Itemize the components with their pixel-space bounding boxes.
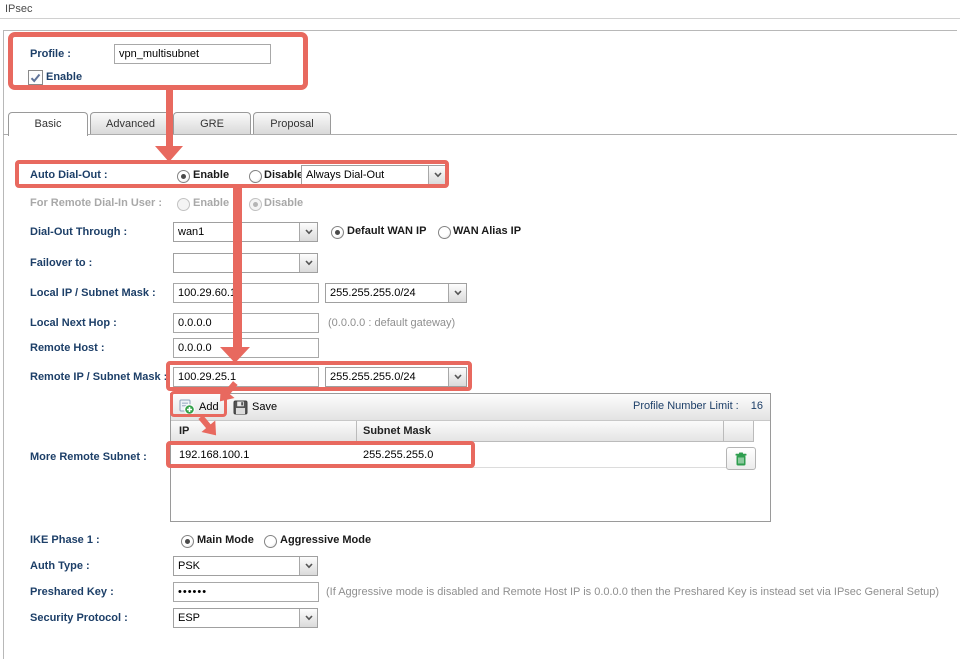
profile-label: Profile : (30, 48, 71, 60)
row-mask-value: 255.255.255.0 (363, 449, 433, 461)
local-subnet-mask-select[interactable]: 255.255.255.0/24 (325, 283, 467, 303)
local-next-hop-label: Local Next Hop : (30, 317, 117, 329)
remote-dial-in-disable-radio (249, 198, 262, 211)
preshared-key-label: Preshared Key : (30, 586, 114, 598)
dial-out-mode-select[interactable]: Always Dial-Out (301, 165, 447, 185)
auto-dial-out-enable-radio[interactable] (177, 170, 190, 183)
tab-proposal[interactable]: Proposal (253, 112, 331, 134)
failover-to-value (174, 254, 299, 272)
column-divider (723, 421, 724, 441)
column-header-subnet-mask: Subnet Mask (363, 425, 431, 437)
auth-type-select[interactable]: PSK (173, 556, 318, 576)
add-icon (179, 399, 195, 415)
wan-alias-ip-label: WAN Alias IP (453, 225, 521, 237)
tab-proposal-label: Proposal (270, 118, 313, 130)
auto-dial-out-disable-radio[interactable] (249, 170, 262, 183)
chevron-down-icon (299, 254, 317, 272)
subnet-table-toolbar: Add Save Profile Number Limit : 16 (171, 394, 770, 421)
remote-ip-label: Remote IP / Subnet Mask : (30, 371, 167, 383)
profile-name-input[interactable] (114, 44, 271, 64)
save-subnet-button[interactable]: Save (229, 397, 281, 417)
dial-out-mode-value: Always Dial-Out (302, 166, 428, 184)
chevron-down-icon (428, 166, 446, 184)
local-ip-input[interactable] (173, 283, 319, 303)
tab-basic[interactable]: Basic (8, 112, 88, 136)
auto-dial-out-label: Auto Dial-Out : (30, 169, 108, 181)
default-wan-ip-label: Default WAN IP (347, 225, 426, 237)
security-protocol-label: Security Protocol : (30, 612, 128, 624)
delete-subnet-button[interactable] (726, 447, 756, 470)
subnet-table-header: IP Subnet Mask (171, 421, 754, 442)
save-icon (233, 400, 248, 415)
enable-checkbox[interactable] (28, 70, 43, 85)
tab-advanced[interactable]: Advanced (90, 112, 171, 134)
remote-subnet-table: Add Save Profile Number Limit : 16 IP Sub… (170, 393, 771, 522)
aggressive-mode-label: Aggressive Mode (280, 534, 371, 546)
tab-basic-label: Basic (35, 118, 62, 130)
remote-host-input[interactable] (173, 338, 319, 358)
dial-out-through-label: Dial-Out Through : (30, 226, 127, 238)
local-next-hop-input[interactable] (173, 313, 319, 333)
dial-out-through-select[interactable]: wan1 (173, 222, 318, 242)
chevron-down-icon (448, 368, 466, 386)
remote-dial-in-label: For Remote Dial-In User : (30, 197, 162, 209)
tab-gre-label: GRE (200, 118, 224, 130)
title-divider (0, 18, 960, 19)
save-button-label: Save (252, 401, 277, 413)
chevron-down-icon (299, 557, 317, 575)
profile-number-limit-label: Profile Number Limit : (633, 400, 739, 412)
main-mode-label: Main Mode (197, 534, 254, 546)
local-subnet-mask-value: 255.255.255.0/24 (326, 284, 448, 302)
remote-ip-input[interactable] (173, 367, 319, 387)
default-wan-ip-radio[interactable] (331, 226, 344, 239)
tab-advanced-label: Advanced (106, 118, 155, 130)
column-header-ip: IP (179, 425, 189, 437)
auth-type-label: Auth Type : (30, 560, 90, 572)
chevron-down-icon (299, 223, 317, 241)
remote-subnet-mask-value: 255.255.255.0/24 (326, 368, 448, 386)
remote-subnet-mask-select[interactable]: 255.255.255.0/24 (325, 367, 467, 387)
column-divider (356, 421, 357, 441)
more-remote-subnet-label: More Remote Subnet : (30, 451, 147, 463)
failover-to-select[interactable] (173, 253, 318, 273)
remote-dial-in-enable-radio (177, 198, 190, 211)
enable-label: Enable (46, 71, 82, 83)
security-protocol-select[interactable]: ESP (173, 608, 318, 628)
aggressive-mode-radio[interactable] (264, 535, 277, 548)
dial-out-through-value: wan1 (174, 223, 299, 241)
failover-to-label: Failover to : (30, 257, 92, 269)
trash-icon (735, 452, 747, 466)
page-title: IPsec (5, 3, 33, 15)
add-subnet-button[interactable]: Add (175, 397, 223, 417)
wan-alias-ip-radio[interactable] (438, 226, 451, 239)
check-icon (30, 73, 41, 83)
row-ip-value: 192.168.100.1 (179, 449, 249, 461)
security-protocol-value: ESP (174, 609, 299, 627)
auto-dial-out-enable-label: Enable (193, 169, 229, 181)
remote-dial-in-disable-label: Disable (264, 197, 303, 209)
preshared-key-note: (If Aggressive mode is disabled and Remo… (326, 586, 939, 598)
profile-number-limit-value: 16 (751, 400, 763, 412)
remote-dial-in-enable-label: Enable (193, 197, 229, 209)
profile-number-limit: Profile Number Limit : 16 (633, 400, 763, 412)
main-mode-radio[interactable] (181, 535, 194, 548)
subnet-table-row[interactable]: 192.168.100.1 255.255.255.0 (171, 443, 754, 468)
auth-type-value: PSK (174, 557, 299, 575)
ike-phase1-label: IKE Phase 1 : (30, 534, 100, 546)
remote-host-label: Remote Host : (30, 342, 105, 354)
chevron-down-icon (448, 284, 466, 302)
add-button-label: Add (199, 401, 219, 413)
tab-baseline (3, 134, 957, 135)
local-ip-label: Local IP / Subnet Mask : (30, 287, 156, 299)
tab-gre[interactable]: GRE (173, 112, 251, 134)
local-next-hop-note: (0.0.0.0 : default gateway) (328, 317, 455, 329)
chevron-down-icon (299, 609, 317, 627)
auto-dial-out-disable-label: Disable (264, 169, 303, 181)
preshared-key-input[interactable] (173, 582, 319, 602)
